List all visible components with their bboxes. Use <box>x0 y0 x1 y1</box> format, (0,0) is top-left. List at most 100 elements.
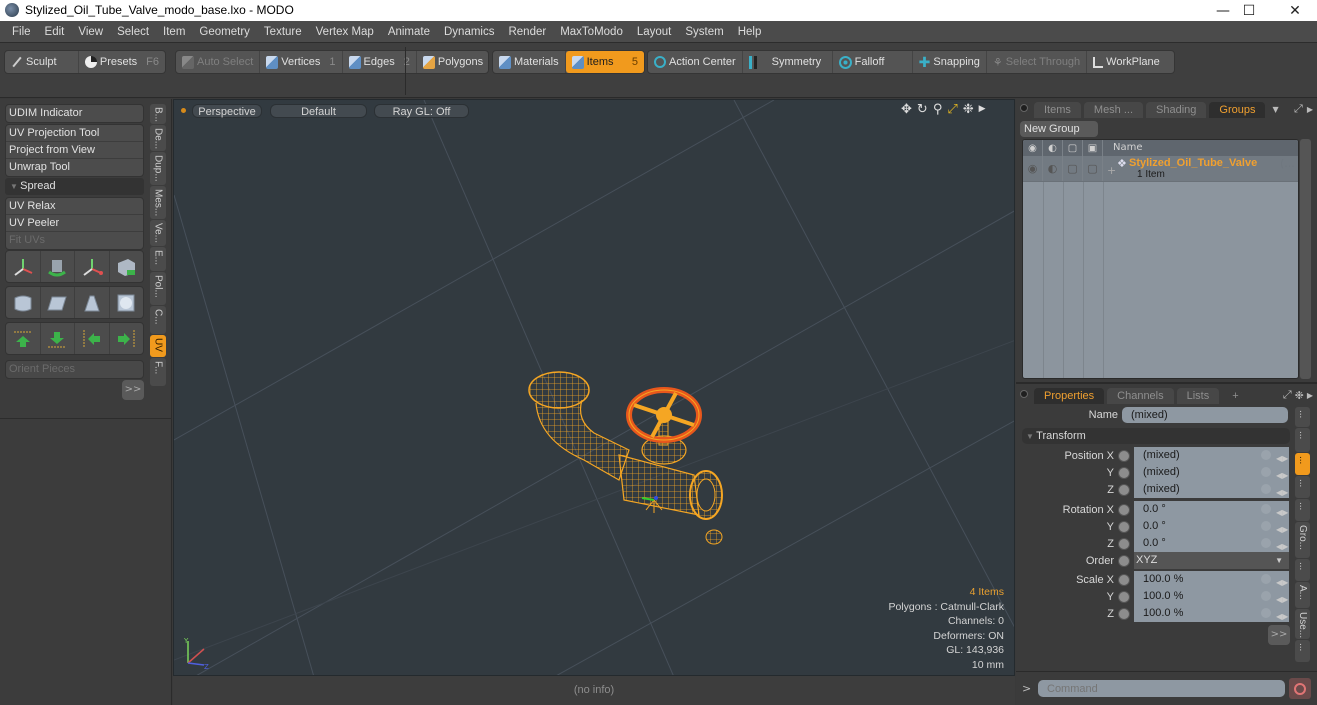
drag-arrows-icon[interactable]: ◀▶ <box>1276 504 1288 517</box>
viewport-menu-dot[interactable] <box>181 108 186 113</box>
scale-y-field[interactable]: 100.0 % ◀▶ <box>1134 588 1289 605</box>
snapping-button[interactable]: ✚ Snapping <box>913 51 987 73</box>
drag-arrows-icon[interactable]: ◀▶ <box>1276 484 1288 497</box>
auto-select-button[interactable]: Auto Select <box>176 51 261 73</box>
position-y-field[interactable]: (mixed) ◀▶ <box>1134 464 1289 481</box>
position-x-field[interactable]: (mixed) ◀▶ <box>1134 447 1289 464</box>
menu-file[interactable]: File <box>5 26 38 38</box>
action-center-button[interactable]: Action Center <box>648 51 743 73</box>
uv-rotate-tool-button[interactable] <box>41 251 75 282</box>
maximize-button[interactable]: ☐ <box>1226 0 1272 21</box>
reset-icon[interactable] <box>1261 484 1271 494</box>
panel-menu-icon[interactable] <box>1020 104 1028 112</box>
expand-icon[interactable]: + <box>1107 164 1116 177</box>
cylindrical-projection-button[interactable] <box>6 287 41 318</box>
group-visibility-icon[interactable]: ◉ <box>1023 156 1043 181</box>
rvtab-3[interactable]: ... <box>1295 453 1310 475</box>
rvtab-5[interactable]: ... <box>1295 499 1310 521</box>
drag-arrows-icon[interactable]: ◀▶ <box>1276 450 1288 463</box>
rvtab-1[interactable]: ... <box>1295 407 1310 427</box>
vtab-dup[interactable]: Dup... <box>150 152 166 185</box>
box-projection-button[interactable] <box>110 287 144 318</box>
command-input[interactable] <box>1038 680 1285 697</box>
vtab-b[interactable]: B... <box>150 104 166 124</box>
group-lock-toggle[interactable]: ▢ <box>1063 156 1083 181</box>
reset-icon[interactable] <box>1261 574 1271 584</box>
properties-more-button[interactable]: >> <box>1268 625 1290 645</box>
menu-view[interactable]: View <box>71 26 110 38</box>
3d-viewport[interactable]: Perspective Default Ray GL: Off ✥ ↻ ⚲ ⤢ … <box>173 99 1015 676</box>
transform-section-header[interactable]: ▼ Transform <box>1022 428 1290 444</box>
scale-y-anim-toggle[interactable] <box>1118 590 1130 603</box>
viewport-settings-gear-icon[interactable]: ❉ <box>963 102 974 117</box>
render-column-icon[interactable]: ◐ <box>1043 140 1063 156</box>
uv-peeler-button[interactable]: UV Peeler <box>6 215 143 232</box>
vtab-e[interactable]: E... <box>150 247 166 271</box>
reset-icon[interactable] <box>1261 591 1271 601</box>
reset-icon[interactable] <box>1261 467 1271 477</box>
fit-uvs-button[interactable]: Fit UVs <box>6 232 143 249</box>
menu-geometry[interactable]: Geometry <box>192 26 257 38</box>
reset-icon[interactable] <box>1261 538 1271 548</box>
reset-icon[interactable] <box>1261 450 1271 460</box>
pan-icon[interactable]: ✥ <box>901 102 912 117</box>
planar-projection-button[interactable] <box>41 287 75 318</box>
perspective-projection-button[interactable] <box>75 287 110 318</box>
vtab-mes[interactable]: Mes... <box>150 186 166 219</box>
groups-scrollbar[interactable] <box>1300 139 1311 379</box>
rvtab-2[interactable]: ... <box>1295 428 1310 452</box>
rvtab-use[interactable]: Use... <box>1295 609 1310 639</box>
rotation-z-anim-toggle[interactable] <box>1118 537 1130 550</box>
orbit-icon[interactable]: ↻ <box>917 102 928 117</box>
align-right-button[interactable] <box>110 323 144 354</box>
visibility-column-icon[interactable]: ◉ <box>1023 140 1043 156</box>
tab-dropdown-icon[interactable]: ▼ <box>1272 105 1278 114</box>
uv-scale-tool-button[interactable] <box>75 251 110 282</box>
name-field[interactable]: (mixed) <box>1122 407 1288 423</box>
expand-properties-icon[interactable]: ⤢ <box>1283 388 1292 402</box>
tab-groups[interactable]: Groups <box>1209 102 1266 118</box>
lock-column-icon[interactable]: ▢ <box>1063 140 1083 156</box>
vtab-pol[interactable]: Pol... <box>150 272 166 305</box>
rotation-y-anim-toggle[interactable] <box>1118 520 1130 533</box>
properties-menu-icon[interactable] <box>1020 390 1028 398</box>
scale-x-field[interactable]: 100.0 % ◀▶ <box>1134 571 1289 588</box>
reset-icon[interactable] <box>1261 521 1271 531</box>
rvtab-gro[interactable]: Gro... <box>1295 522 1310 558</box>
new-group-button[interactable]: New Group <box>1020 121 1098 137</box>
select-column-icon[interactable]: ▣ <box>1083 140 1103 156</box>
uv-move-tool-button[interactable] <box>6 251 41 282</box>
tab-mesh[interactable]: Mesh ... <box>1083 102 1144 118</box>
menu-help[interactable]: Help <box>731 26 769 38</box>
polygons-button[interactable]: Polygons <box>417 51 489 73</box>
vtab-de[interactable]: De... <box>150 125 166 151</box>
position-z-anim-toggle[interactable] <box>1118 483 1130 496</box>
tab-items[interactable]: Items <box>1034 102 1081 118</box>
order-anim-toggle[interactable] <box>1118 554 1130 567</box>
project-from-view-button[interactable]: Project from View <box>6 142 143 159</box>
zoom-icon[interactable]: ⚲ <box>933 102 943 117</box>
unwrap-tool-button[interactable]: Unwrap Tool <box>6 159 143 176</box>
maximize-viewport-icon[interactable]: ⤢ <box>947 102 957 117</box>
menu-maxtomodo[interactable]: MaxToModo <box>553 26 630 38</box>
valve-model-wireframe[interactable] <box>524 365 744 555</box>
expand-panel-icon[interactable]: ⤢ <box>1294 102 1303 116</box>
left-panel-more-button[interactable]: >> <box>122 380 144 400</box>
menu-item[interactable]: Item <box>156 26 192 38</box>
drag-arrows-icon[interactable]: ◀▶ <box>1276 521 1288 534</box>
workplane-button[interactable]: WorkPlane <box>1087 51 1166 73</box>
drag-arrows-icon[interactable]: ◀▶ <box>1276 538 1288 551</box>
position-y-anim-toggle[interactable] <box>1118 466 1130 479</box>
vtab-ve[interactable]: Ve... <box>150 220 166 246</box>
add-tab-button[interactable]: + <box>1222 388 1248 404</box>
reset-icon[interactable] <box>1261 608 1271 618</box>
sculpt-button[interactable]: Sculpt <box>5 51 79 73</box>
scale-x-anim-toggle[interactable] <box>1118 573 1130 586</box>
tab-lists[interactable]: Lists <box>1176 388 1220 404</box>
uv-transform-tool-button[interactable] <box>110 251 144 282</box>
reset-icon[interactable] <box>1261 504 1271 514</box>
tab-channels[interactable]: Channels <box>1107 388 1174 404</box>
items-button[interactable]: Items 5 <box>565 51 644 73</box>
menu-select[interactable]: Select <box>110 26 156 38</box>
group-select-toggle[interactable]: ▢ <box>1083 156 1103 181</box>
